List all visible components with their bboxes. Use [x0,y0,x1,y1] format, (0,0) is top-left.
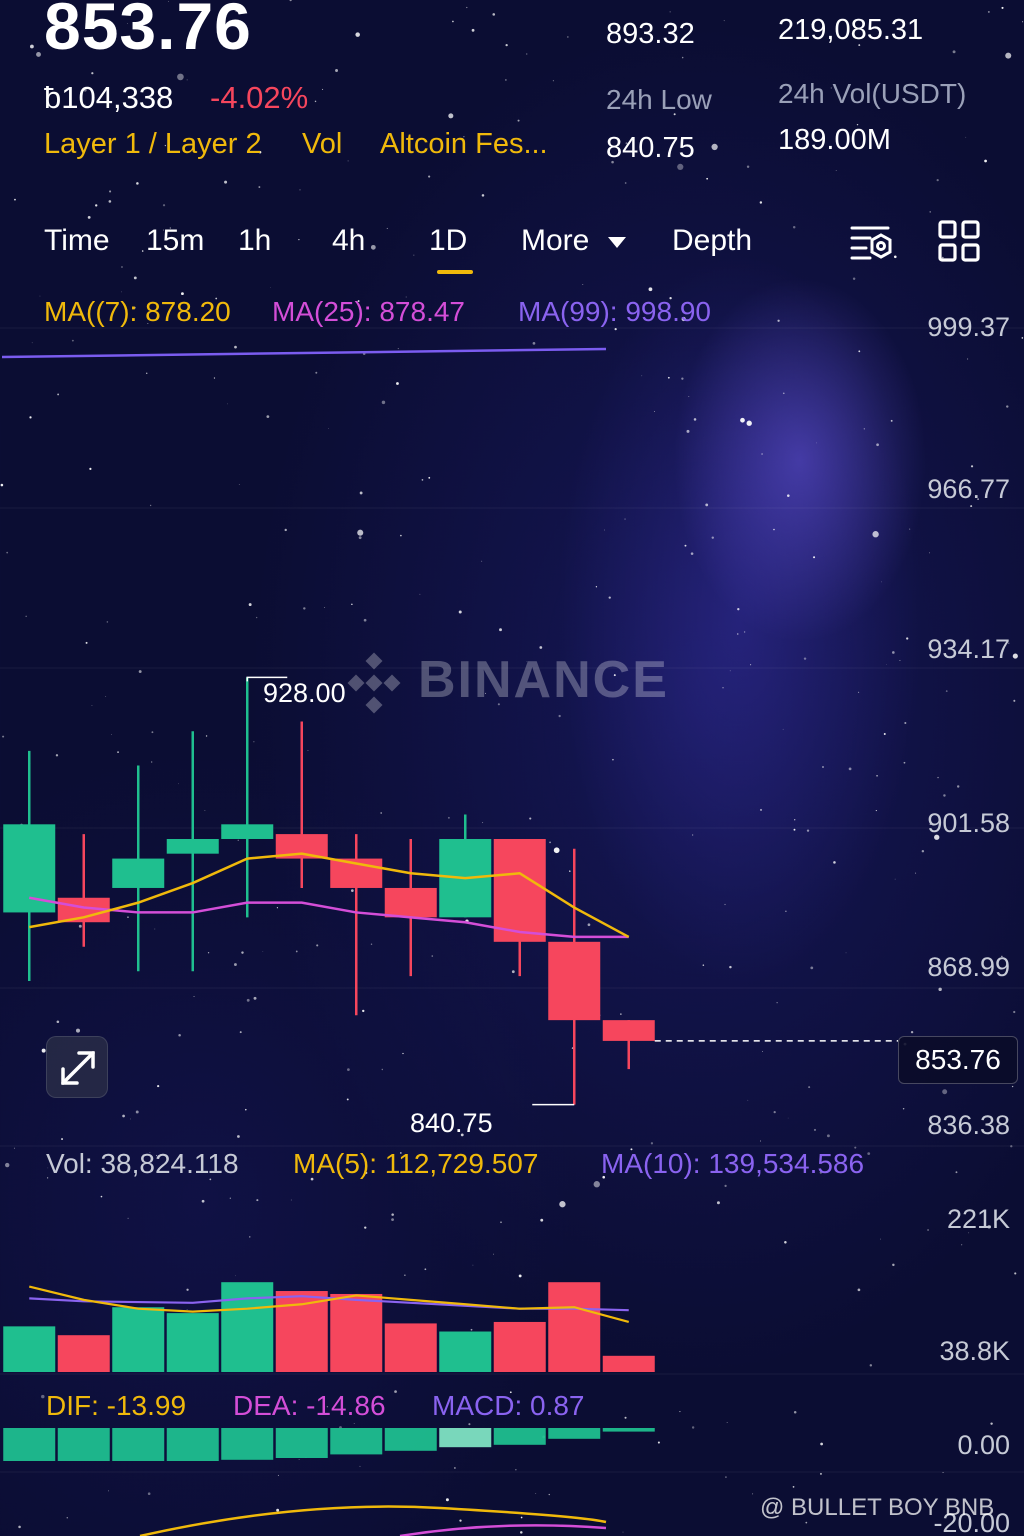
candle-body [3,824,56,913]
volume-ma5-legend: MA(5): 112,729.507 [293,1148,539,1179]
credit-watermark: @ BULLET BOY BNB [760,1494,995,1521]
candle-body [493,838,546,942]
macd-axis-label: 0.00 [957,1430,1010,1460]
price-axis-label: 836.38 [927,1110,1010,1140]
price-axis-label: 901.58 [927,808,1010,838]
volume-bar [439,1331,492,1372]
candle-body [384,887,437,918]
volume-ma10-legend: MA(10): 139,534.586 [601,1148,865,1179]
macd-dif-legend: DIF: -13.99 [46,1390,187,1421]
volume-bar [166,1313,219,1372]
macd-histogram-bar [384,1428,437,1451]
price-axis-label: 999.37 [927,312,1010,342]
period-low-label: 840.75 [410,1108,493,1138]
volume-legend: Vol: 38,824.118 [46,1148,239,1179]
current-price-marker: 853.76 [898,1036,1018,1084]
volume-axis-label: 38.8K [939,1336,1010,1366]
expand-icon [61,1051,95,1085]
macd-histogram-bar [275,1428,328,1458]
volume-bar [221,1282,274,1372]
macd-histogram-bar [439,1428,492,1448]
volume-bar [602,1355,655,1372]
expand-chart-button[interactable] [46,1036,108,1098]
candle-body [221,824,274,839]
candle-body [112,858,165,888]
macd-histogram-bar [3,1428,56,1461]
candle-body [166,838,219,854]
volume-bar [57,1335,110,1372]
macd-histogram-bar [57,1428,110,1461]
volume-bar [3,1326,56,1372]
candle-body [602,1020,655,1041]
macd-histogram-bar [221,1428,274,1460]
ma99-line [1,347,607,359]
volume-bar [493,1321,546,1372]
volume-bar [548,1282,601,1372]
macd-dea-line [399,1524,607,1536]
volume-bar [330,1293,383,1372]
macd-histogram-bar [330,1428,383,1455]
macd-histogram-bar [112,1428,165,1461]
macd-histogram-bar [602,1428,655,1432]
macd-histogram-bar [166,1428,219,1461]
macd-dif-line [139,1505,607,1536]
macd-value-legend: MACD: 0.87 [432,1390,585,1421]
volume-axis-label: 221K [946,1204,1010,1234]
candlestick-chart[interactable] [0,0,1024,1536]
macd-dea-legend: DEA: -14.86 [233,1390,386,1421]
volume-bar [112,1307,165,1372]
price-axis-label: 868.99 [927,952,1010,982]
price-axis-label: 934.17 [927,634,1010,664]
macd-histogram-bar [548,1428,601,1439]
volume-bar [384,1323,437,1372]
candle-body [548,941,601,1021]
macd-histogram-bar [493,1428,546,1445]
price-axis-label: 966.77 [927,474,1010,504]
period-high-label: 928.00 [263,678,346,708]
